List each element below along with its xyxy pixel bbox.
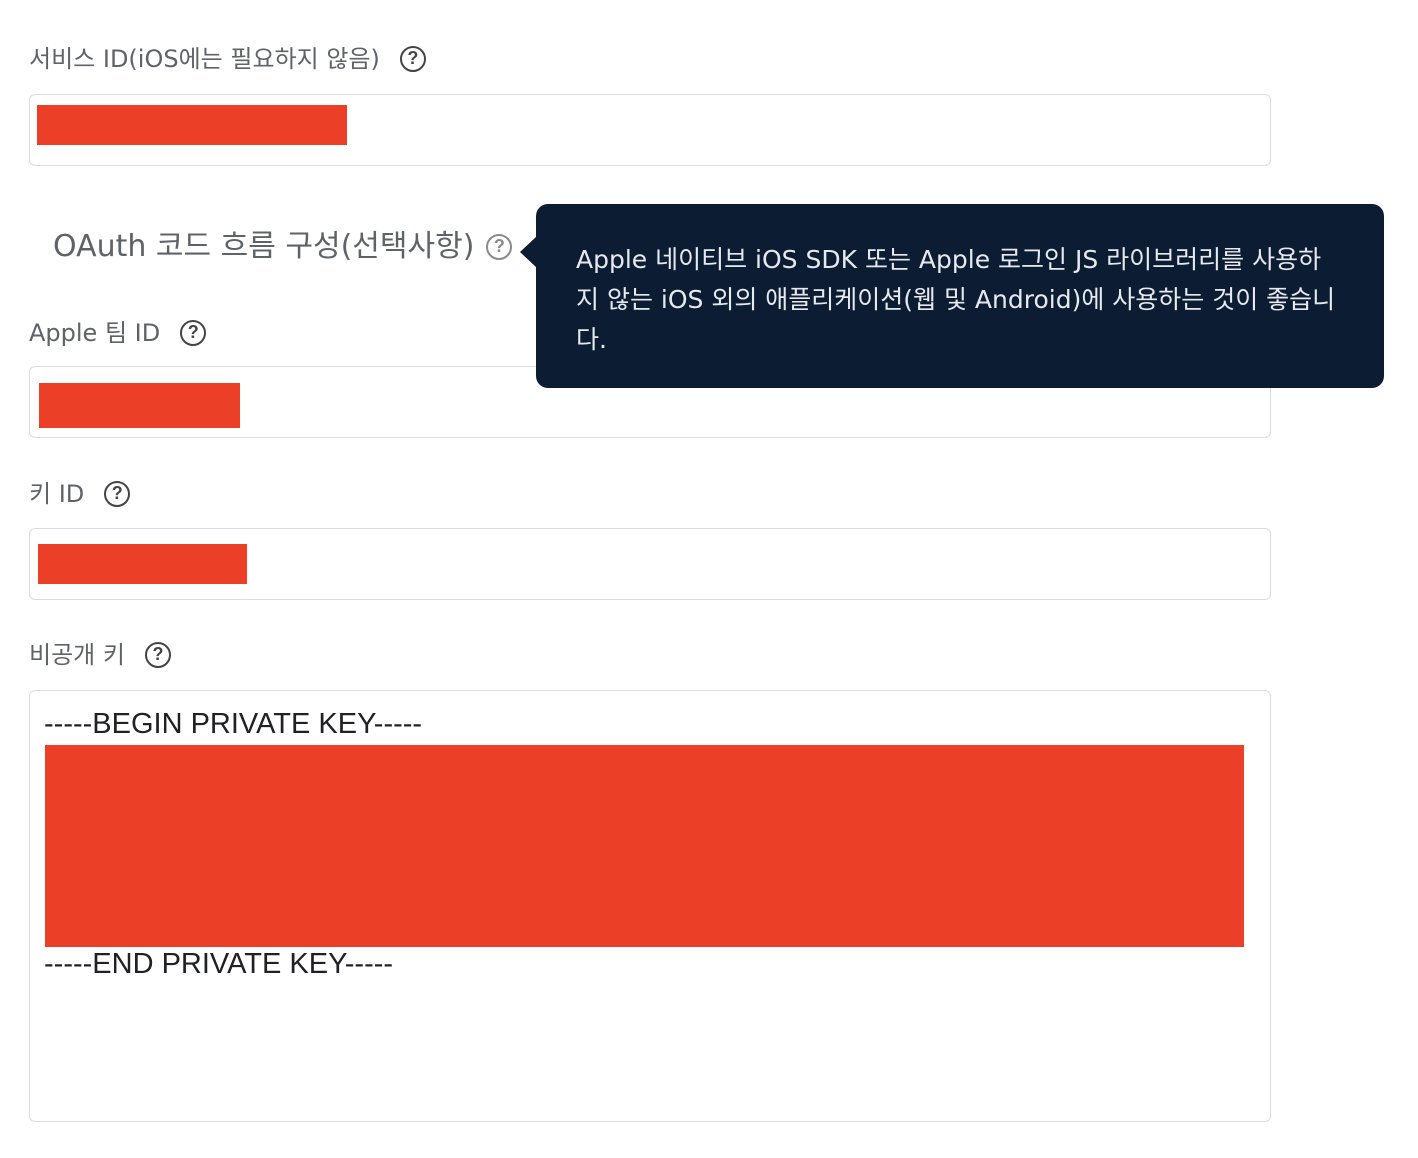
help-circle-icon[interactable]: ? (399, 46, 426, 72)
help-circle-icon[interactable]: ? (180, 320, 207, 346)
redacted-value (39, 383, 240, 428)
private-key-label-text: 비공개 키 (29, 641, 125, 669)
private-key-label: 비공개 키 ? (29, 642, 171, 668)
help-circle-icon[interactable]: ? (144, 642, 171, 668)
oauth-section-title: OAuth 코드 흐름 구성(선택사항) ? (53, 229, 513, 264)
private-key-end: -----END PRIVATE KEY----- (44, 948, 394, 980)
key-id-label-text: 키 ID (29, 480, 85, 508)
help-circle-icon[interactable]: ? (104, 481, 131, 507)
service-id-label-text: 서비스 ID(iOS에는 필요하지 않음) (29, 45, 380, 73)
team-id-label: Apple 팀 ID ? (29, 319, 207, 347)
redacted-value (37, 105, 347, 145)
service-id-label: 서비스 ID(iOS에는 필요하지 않음) ? (29, 46, 426, 72)
team-id-label-text: Apple 팀 ID (29, 319, 161, 347)
oauth-help-tooltip: Apple 네이티브 iOS SDK 또는 Apple 로그인 JS 라이브러리… (536, 204, 1384, 388)
tooltip-arrow (520, 236, 537, 268)
apple-provider-config-form: 서비스 ID(iOS에는 필요하지 않음) ? OAuth 코드 흐름 구성(선… (0, 0, 1418, 1158)
key-id-label: 키 ID ? (29, 480, 131, 508)
key-id-input[interactable] (29, 528, 1271, 600)
tooltip-text: Apple 네이티브 iOS SDK 또는 Apple 로그인 JS 라이브러리… (576, 245, 1336, 354)
service-id-input[interactable] (29, 94, 1271, 166)
redacted-value (38, 544, 247, 584)
private-key-begin: -----BEGIN PRIVATE KEY----- (44, 708, 423, 740)
oauth-section-title-text: OAuth 코드 흐름 구성(선택사항) (53, 229, 475, 264)
help-circle-icon[interactable]: ? (486, 234, 513, 260)
redacted-value (45, 745, 1244, 947)
